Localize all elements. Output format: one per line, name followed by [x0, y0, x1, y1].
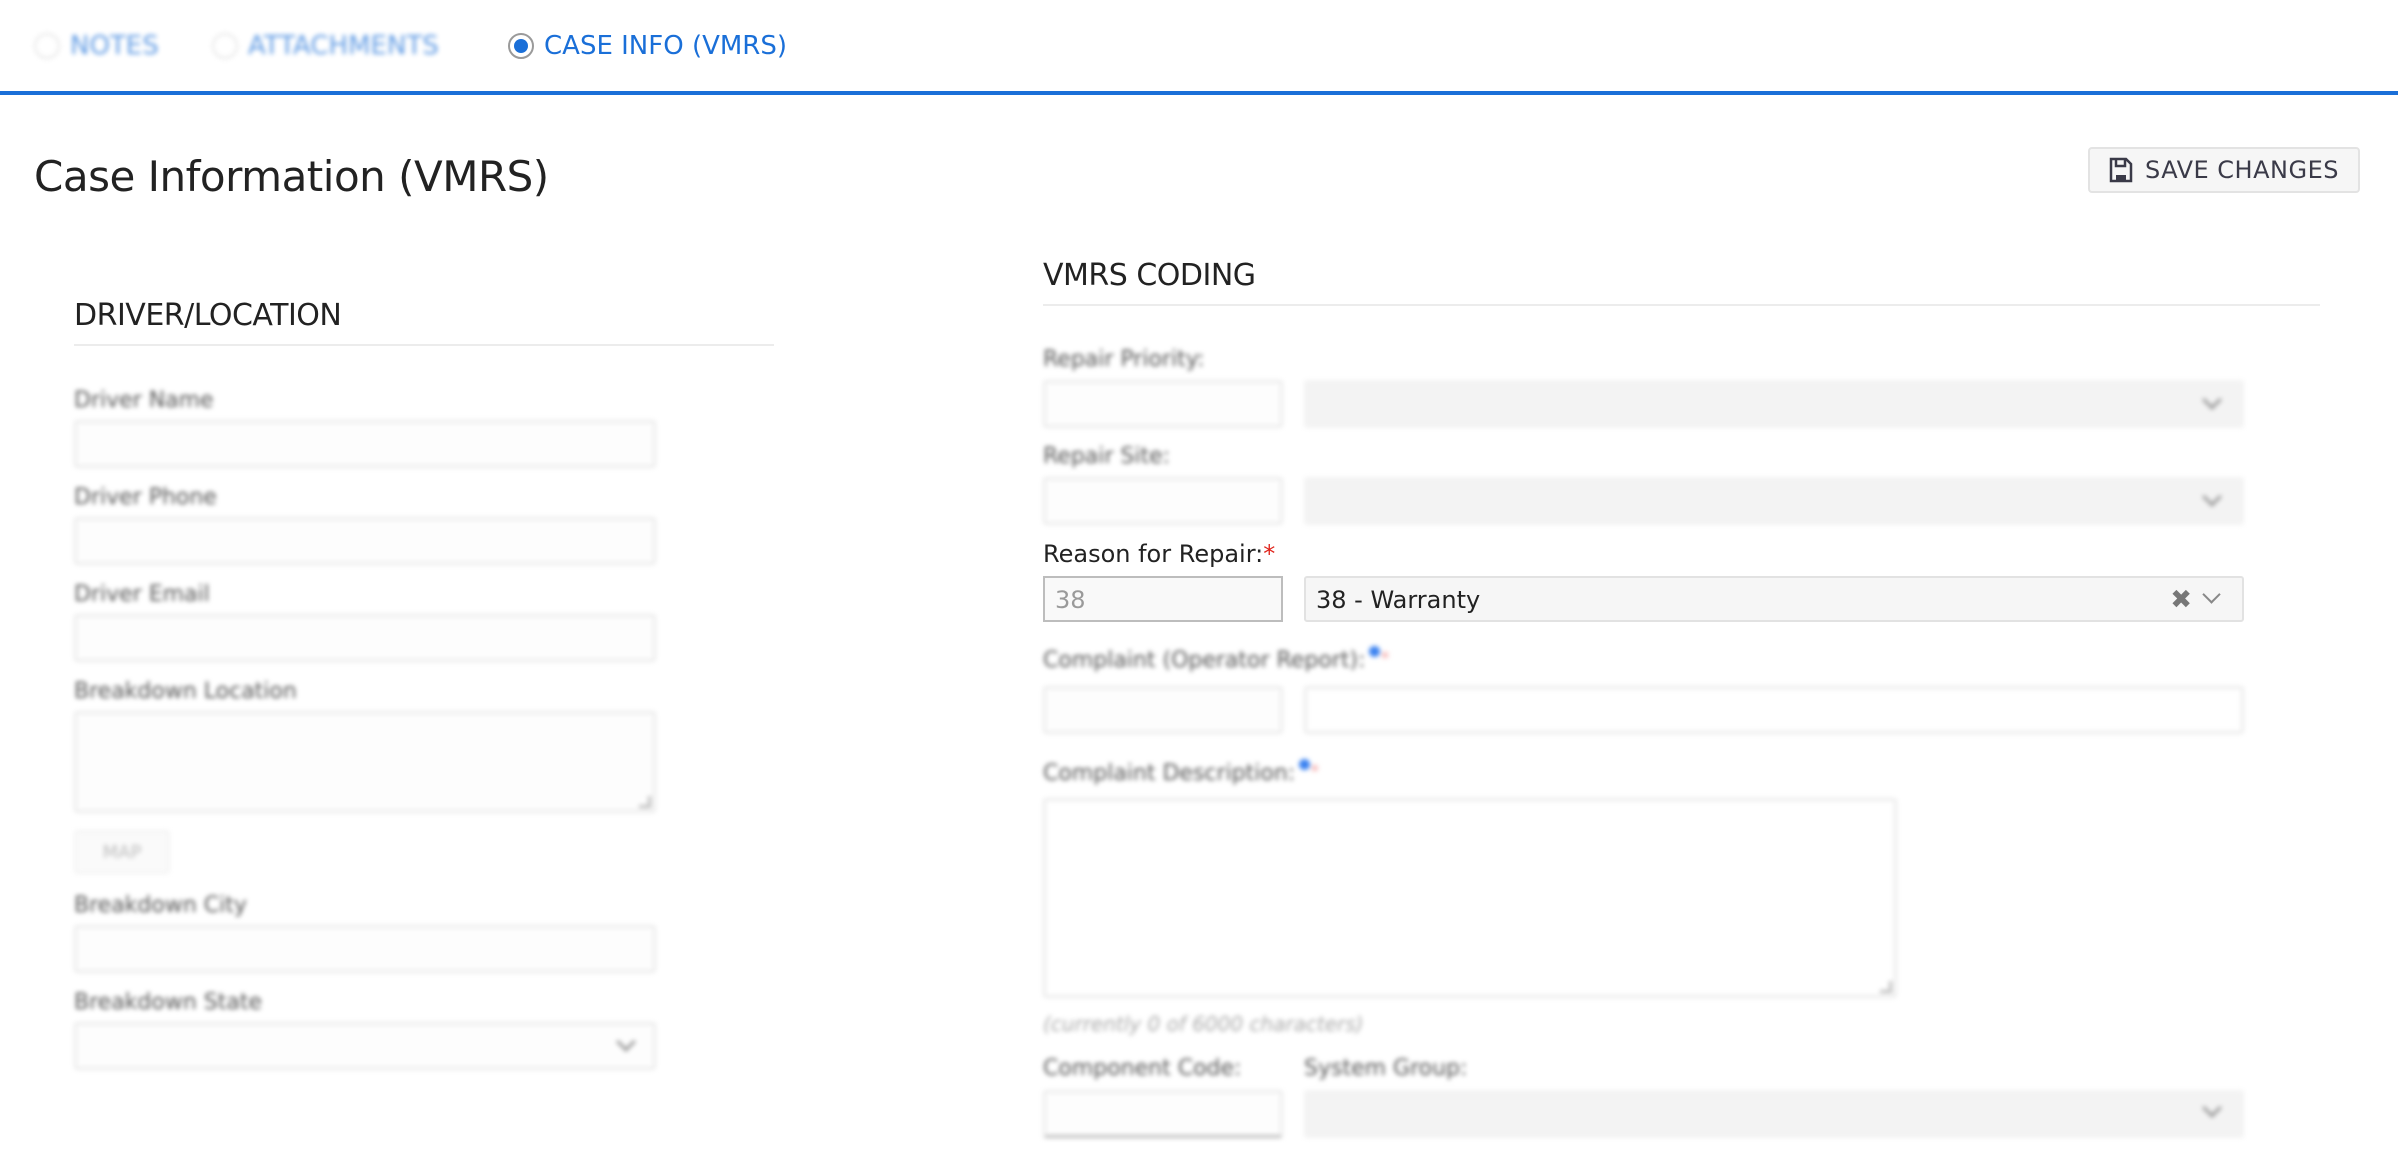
- complaint-operator-report-label: Complaint (Operator Report): *: [1043, 646, 1390, 673]
- radio-selected-icon: [508, 33, 534, 59]
- radio-unselected-icon: [34, 33, 60, 59]
- component-code-input[interactable]: [1043, 1090, 1283, 1138]
- driver-email-label: Driver Email: [74, 582, 210, 607]
- chevron-down-icon: [616, 1032, 636, 1052]
- page-title: Case Information (VMRS): [34, 152, 549, 201]
- breakdown-city-input[interactable]: [74, 925, 656, 973]
- complaint-operator-report-code-input[interactable]: [1043, 686, 1283, 734]
- reason-for-repair-selected-value: 38 - Warranty: [1316, 586, 1481, 614]
- repair-site-select[interactable]: [1304, 477, 2244, 525]
- chevron-down-icon: [2202, 1098, 2222, 1118]
- tab-bar: NOTES ATTACHMENTS CASE INFO (VMRS): [0, 0, 2398, 95]
- repair-site-code-input[interactable]: [1043, 477, 1283, 525]
- floppy-disk-icon: [2109, 157, 2133, 183]
- tab-label: ATTACHMENTS: [248, 31, 439, 61]
- clear-selection-icon[interactable]: ✖: [2170, 585, 2192, 615]
- system-group-label: System Group:: [1304, 1056, 1468, 1081]
- breakdown-location-textarea[interactable]: [74, 711, 656, 813]
- section-title-vmrs-coding: VMRS CODING: [1043, 258, 1256, 293]
- chevron-down-icon: [2202, 390, 2222, 410]
- reason-for-repair-label-text: Reason for Repair:: [1043, 540, 1264, 568]
- driver-name-label: Driver Name: [74, 388, 214, 413]
- tab-notes[interactable]: NOTES: [34, 28, 159, 64]
- breakdown-state-select[interactable]: [74, 1022, 656, 1070]
- reason-for-repair-label: Reason for Repair:*: [1043, 540, 1275, 568]
- section-divider: [74, 344, 774, 346]
- repair-priority-label: Repair Priority:: [1043, 347, 1205, 372]
- resize-handle-icon[interactable]: [1880, 981, 1892, 993]
- breakdown-location-label: Breakdown Location: [74, 679, 297, 704]
- character-count: (currently 0 of 6000 characters): [1043, 1012, 1364, 1036]
- component-code-label: Component Code:: [1043, 1056, 1242, 1081]
- required-asterisk: *: [1310, 761, 1320, 782]
- reason-for-repair-code-input[interactable]: 38: [1043, 576, 1283, 622]
- required-asterisk: *: [1263, 540, 1276, 568]
- tab-attachments[interactable]: ATTACHMENTS: [212, 28, 439, 64]
- radio-unselected-icon: [212, 33, 238, 59]
- chevron-down-icon[interactable]: [2202, 585, 2221, 604]
- complaint-description-label-text: Complaint Description:: [1043, 761, 1296, 786]
- complaint-operator-report-label-text: Complaint (Operator Report):: [1043, 648, 1366, 673]
- repair-priority-select[interactable]: [1304, 380, 2244, 428]
- system-group-select[interactable]: [1304, 1090, 2244, 1138]
- save-changes-label: SAVE CHANGES: [2145, 156, 2339, 184]
- info-icon[interactable]: [1369, 646, 1381, 657]
- complaint-description-label: Complaint Description: *: [1043, 759, 1320, 786]
- tab-case-info[interactable]: CASE INFO (VMRS): [508, 28, 787, 64]
- breakdown-city-label: Breakdown City: [74, 893, 247, 918]
- driver-email-input[interactable]: [74, 614, 656, 662]
- complaint-description-textarea[interactable]: [1043, 798, 1897, 998]
- driver-name-input[interactable]: [74, 420, 656, 468]
- reason-for-repair-select[interactable]: 38 - Warranty ✖: [1304, 576, 2244, 622]
- save-changes-button[interactable]: SAVE CHANGES: [2088, 147, 2360, 193]
- required-asterisk: *: [1380, 648, 1390, 669]
- resize-handle-icon[interactable]: [639, 796, 651, 808]
- repair-priority-code-input[interactable]: [1043, 380, 1283, 428]
- repair-site-label: Repair Site:: [1043, 444, 1171, 469]
- tab-label: NOTES: [70, 31, 159, 61]
- section-title-driver-location: DRIVER/LOCATION: [74, 298, 342, 333]
- info-icon[interactable]: [1299, 759, 1311, 770]
- driver-phone-label: Driver Phone: [74, 485, 217, 510]
- complaint-operator-report-input[interactable]: [1304, 686, 2244, 734]
- map-button[interactable]: MAP: [74, 830, 170, 874]
- section-divider: [1043, 304, 2320, 306]
- tab-label: CASE INFO (VMRS): [544, 31, 788, 61]
- driver-phone-input[interactable]: [74, 517, 656, 565]
- chevron-down-icon: [2202, 487, 2222, 507]
- breakdown-state-label: Breakdown State: [74, 990, 262, 1015]
